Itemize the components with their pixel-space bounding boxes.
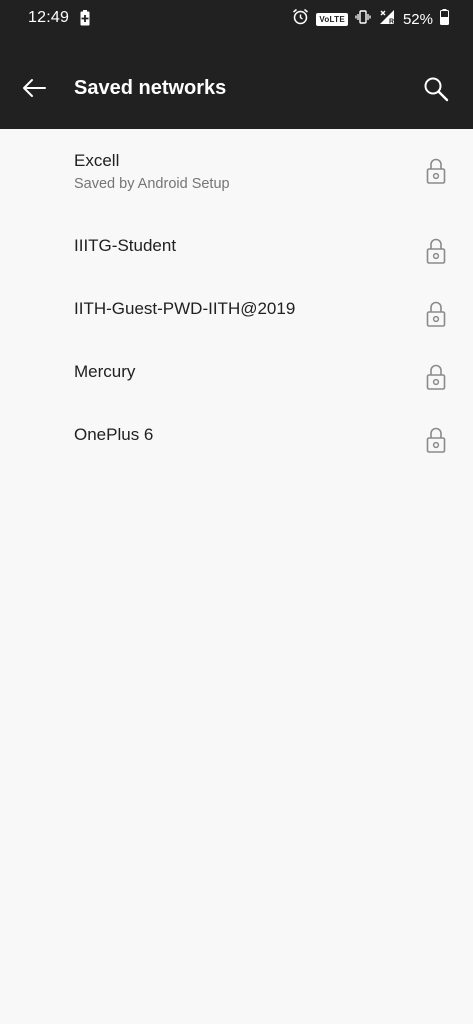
battery-percent: 52% bbox=[402, 10, 433, 28]
lock-icon bbox=[426, 158, 446, 184]
signal-icon: R bbox=[378, 8, 396, 31]
search-button[interactable] bbox=[415, 68, 457, 110]
lock-icon bbox=[426, 301, 446, 327]
status-bar: 12:49 VoLTE R 52% bbox=[0, 0, 473, 40]
battery-saver-icon bbox=[80, 10, 90, 31]
status-icons: VoLTE R 52% bbox=[292, 8, 449, 30]
status-time: 12:49 bbox=[28, 9, 70, 26]
saved-networks-list: Excell Saved by Android Setup IIITG-Stud… bbox=[0, 129, 473, 466]
back-button[interactable] bbox=[14, 68, 54, 108]
network-item-oneplus-6[interactable]: OnePlus 6 bbox=[0, 403, 473, 466]
lock-icon bbox=[426, 427, 446, 453]
network-subtitle: Saved by Android Setup bbox=[74, 176, 230, 192]
network-name: OnePlus 6 bbox=[74, 425, 154, 444]
network-name: IITH-Guest-PWD-IITH@2019 bbox=[74, 299, 296, 318]
app-bar: Saved networks bbox=[0, 40, 473, 129]
network-name: Mercury bbox=[74, 362, 136, 381]
network-name: Excell bbox=[74, 151, 120, 170]
network-name: IIITG-Student bbox=[74, 236, 177, 255]
roaming-label: R bbox=[389, 18, 394, 25]
network-item-excell[interactable]: Excell Saved by Android Setup bbox=[0, 129, 473, 214]
battery-icon bbox=[440, 8, 449, 30]
network-item-iith-guest[interactable]: IITH-Guest-PWD-IITH@2019 bbox=[0, 277, 473, 340]
page-title: Saved networks bbox=[74, 77, 227, 99]
vibrate-icon bbox=[355, 9, 371, 30]
volte-badge: VoLTE bbox=[316, 12, 348, 26]
network-item-iiitg-student[interactable]: IIITG-Student bbox=[0, 214, 473, 277]
lock-icon bbox=[426, 364, 446, 390]
alarm-icon bbox=[292, 8, 309, 30]
search-icon bbox=[424, 77, 449, 102]
network-item-mercury[interactable]: Mercury bbox=[0, 340, 473, 403]
arrow-back-icon bbox=[23, 79, 46, 97]
lock-icon bbox=[426, 238, 446, 264]
